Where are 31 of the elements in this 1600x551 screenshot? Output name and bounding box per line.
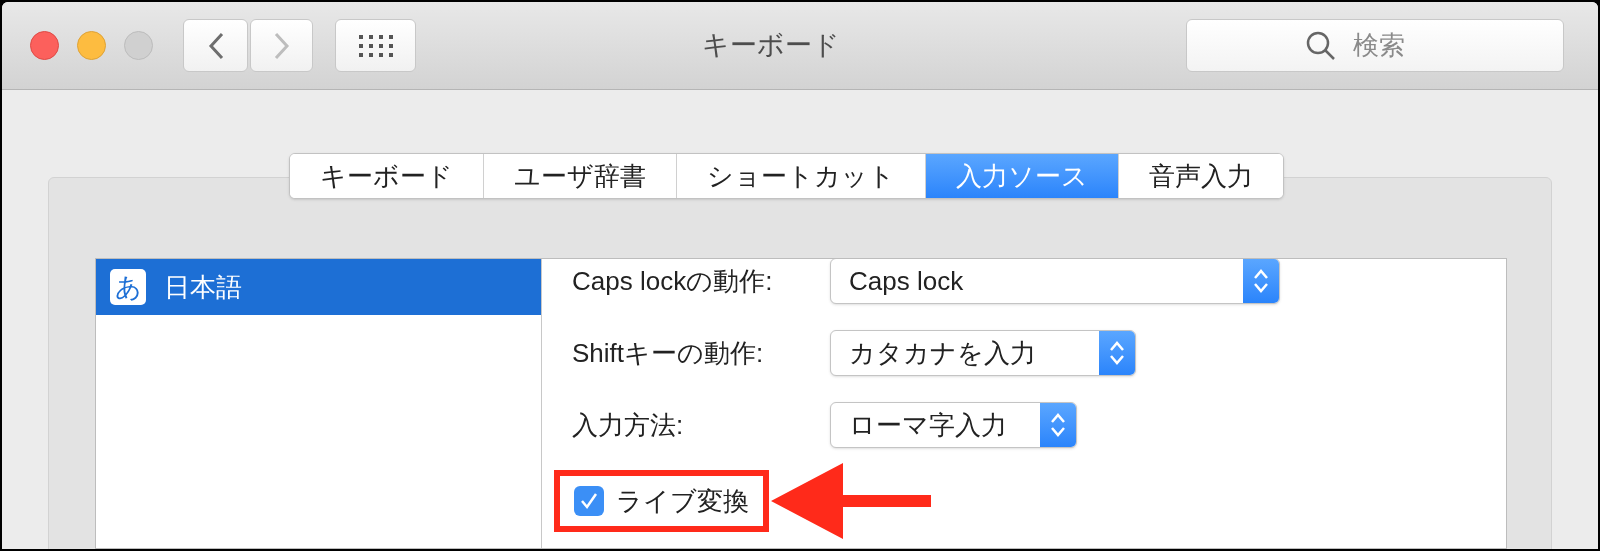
popup-button[interactable]: Caps lock	[830, 259, 1280, 304]
popup-button[interactable]: カタカナを入力	[830, 330, 1136, 376]
up-down-chevron-icon	[1253, 267, 1269, 295]
show-all-button[interactable]	[335, 19, 416, 72]
tab[interactable]: 音声入力	[1118, 154, 1283, 198]
up-down-chevron-icon	[1109, 339, 1125, 367]
sidebar-label: 日本語	[164, 270, 242, 304]
up-down-chevron-icon	[1050, 411, 1066, 439]
setting-label: Shiftキーの動作:	[572, 336, 765, 370]
chevron-right-icon	[273, 31, 290, 60]
minimize-icon[interactable]	[77, 31, 106, 60]
chevron-left-icon	[207, 31, 224, 60]
window-title: キーボード	[702, 29, 840, 63]
checkbox-label: ライブ変換	[616, 484, 749, 518]
tab[interactable]: ユーザ辞書	[483, 154, 676, 198]
grid-icon	[358, 34, 393, 57]
search-icon	[1306, 31, 1336, 61]
setting-label: Caps lockの動作:	[572, 264, 774, 298]
sidebar-item[interactable]: あ 日本語	[96, 259, 541, 315]
search-field[interactable]: 検索	[1186, 19, 1564, 72]
setting-label: 入力方法:	[572, 408, 685, 442]
checkbox[interactable]	[574, 486, 604, 516]
tab[interactable]: キーボード	[290, 154, 483, 198]
close-icon[interactable]	[30, 31, 59, 60]
forward-button[interactable]	[250, 19, 313, 72]
input-source-badge: あ	[110, 269, 146, 305]
back-button[interactable]	[183, 19, 248, 72]
checkmark-icon	[579, 491, 599, 511]
tab[interactable]: ショートカット	[676, 154, 925, 198]
popup-button[interactable]: ローマ字入力	[830, 402, 1077, 448]
zoom-icon	[124, 31, 153, 60]
